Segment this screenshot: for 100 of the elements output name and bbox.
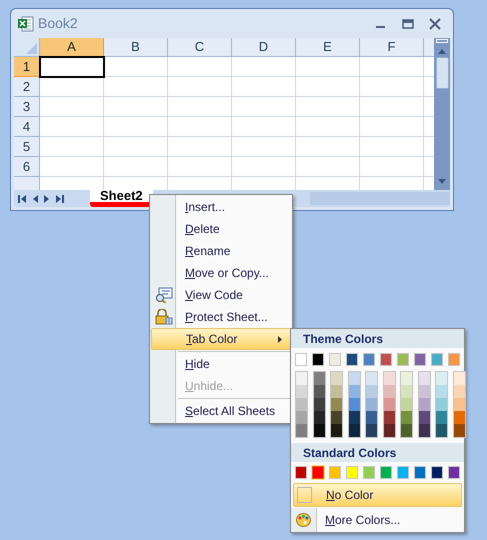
select-all-corner[interactable] — [14, 38, 40, 57]
color-swatch[interactable] — [328, 353, 342, 366]
table-cell[interactable] — [40, 157, 104, 177]
color-swatch[interactable] — [436, 385, 447, 398]
color-swatch[interactable] — [430, 466, 444, 479]
color-swatch[interactable] — [414, 353, 426, 366]
color-swatch[interactable] — [418, 398, 430, 411]
color-swatch[interactable] — [454, 385, 464, 398]
table-cell[interactable] — [168, 77, 232, 97]
menu-item[interactable]: Move or Copy... — [151, 262, 291, 284]
color-swatch[interactable] — [331, 372, 342, 385]
horizontal-scrollbar[interactable] — [310, 192, 450, 205]
color-swatch[interactable] — [312, 466, 324, 479]
table-cell[interactable] — [40, 97, 104, 117]
table-cell[interactable] — [40, 77, 104, 97]
column-header[interactable]: A — [40, 38, 104, 57]
color-swatch[interactable] — [314, 372, 324, 385]
table-cell[interactable] — [104, 77, 168, 97]
table-cell[interactable] — [232, 77, 296, 97]
table-cell[interactable] — [296, 97, 360, 117]
last-sheet-icon[interactable] — [56, 194, 64, 202]
table-cell[interactable] — [296, 57, 360, 77]
color-swatch[interactable] — [348, 398, 360, 411]
table-cell[interactable] — [168, 97, 232, 117]
table-cell[interactable] — [296, 137, 360, 157]
column-header[interactable]: D — [232, 38, 296, 57]
table-cell[interactable] — [360, 57, 424, 77]
color-swatch[interactable] — [380, 353, 392, 366]
color-swatch[interactable] — [362, 353, 376, 366]
color-swatch[interactable] — [401, 385, 412, 398]
table-cell[interactable] — [104, 137, 168, 157]
color-swatch[interactable] — [448, 353, 460, 366]
scroll-up-icon[interactable] — [437, 47, 447, 55]
table-cell[interactable] — [360, 117, 424, 137]
color-swatch[interactable] — [346, 466, 358, 479]
color-swatch[interactable] — [384, 411, 394, 424]
color-swatch[interactable] — [418, 385, 430, 398]
color-swatch[interactable] — [418, 424, 430, 437]
color-swatch[interactable] — [296, 385, 307, 398]
first-sheet-icon[interactable] — [18, 194, 26, 202]
sheet-tab[interactable]: Sheet2 — [90, 190, 153, 207]
color-swatch[interactable] — [418, 372, 430, 385]
color-swatch[interactable] — [384, 398, 394, 411]
menu-item[interactable]: Delete — [151, 218, 291, 240]
table-cell[interactable] — [104, 57, 168, 77]
next-sheet-icon[interactable] — [44, 194, 50, 202]
color-swatch[interactable] — [436, 411, 447, 424]
menu-item[interactable]: View Code — [151, 284, 291, 306]
table-cell[interactable] — [40, 137, 104, 157]
color-swatch[interactable] — [384, 372, 394, 385]
table-cell[interactable] — [232, 117, 296, 137]
color-swatch[interactable] — [401, 424, 412, 437]
color-swatch[interactable] — [454, 372, 464, 385]
color-swatch[interactable] — [454, 424, 464, 437]
table-cell[interactable] — [168, 57, 232, 77]
color-swatch[interactable] — [331, 424, 342, 437]
row-header[interactable]: 3 — [14, 97, 40, 117]
menu-item[interactable]: Protect Sheet... — [151, 306, 291, 328]
column-header[interactable] — [424, 38, 434, 57]
color-swatch[interactable] — [436, 398, 447, 411]
row-header[interactable]: 1 — [14, 57, 40, 77]
color-swatch[interactable] — [401, 398, 412, 411]
row-header[interactable]: 6 — [14, 157, 40, 177]
table-cell[interactable] — [40, 117, 104, 137]
table-cell[interactable] — [232, 97, 296, 117]
color-swatch[interactable] — [436, 424, 447, 437]
color-swatch[interactable] — [384, 385, 394, 398]
menu-item[interactable]: Select All Sheets — [151, 400, 291, 422]
table-cell[interactable] — [360, 77, 424, 97]
color-swatch[interactable] — [384, 424, 394, 437]
color-swatch[interactable] — [414, 466, 426, 479]
color-swatch[interactable] — [366, 398, 377, 411]
column-header[interactable]: E — [296, 38, 360, 57]
color-swatch[interactable] — [312, 353, 324, 366]
table-cell[interactable] — [360, 137, 424, 157]
table-cell[interactable] — [296, 117, 360, 137]
scroll-thumb[interactable] — [436, 57, 448, 89]
menu-item[interactable]: Tab Color — [151, 328, 291, 350]
color-swatch[interactable] — [348, 372, 360, 385]
no-color-item[interactable]: No Color — [293, 483, 462, 507]
color-swatch[interactable] — [362, 466, 376, 479]
table-cell[interactable] — [104, 117, 168, 137]
table-cell[interactable] — [168, 137, 232, 157]
color-swatch[interactable] — [454, 411, 464, 424]
color-swatch[interactable] — [295, 353, 308, 366]
color-swatch[interactable] — [380, 466, 392, 479]
color-swatch[interactable] — [348, 424, 360, 437]
color-swatch[interactable] — [396, 353, 410, 366]
color-swatch[interactable] — [401, 411, 412, 424]
row-header[interactable]: 2 — [14, 77, 40, 97]
color-swatch[interactable] — [328, 466, 342, 479]
table-cell[interactable] — [104, 97, 168, 117]
color-swatch[interactable] — [314, 385, 324, 398]
color-swatch[interactable] — [296, 424, 307, 437]
column-header[interactable]: F — [360, 38, 424, 57]
vertical-scrollbar[interactable] — [434, 38, 450, 190]
table-cell[interactable] — [168, 117, 232, 137]
color-swatch[interactable] — [314, 411, 324, 424]
color-swatch[interactable] — [436, 372, 447, 385]
row-header[interactable]: 4 — [14, 117, 40, 137]
